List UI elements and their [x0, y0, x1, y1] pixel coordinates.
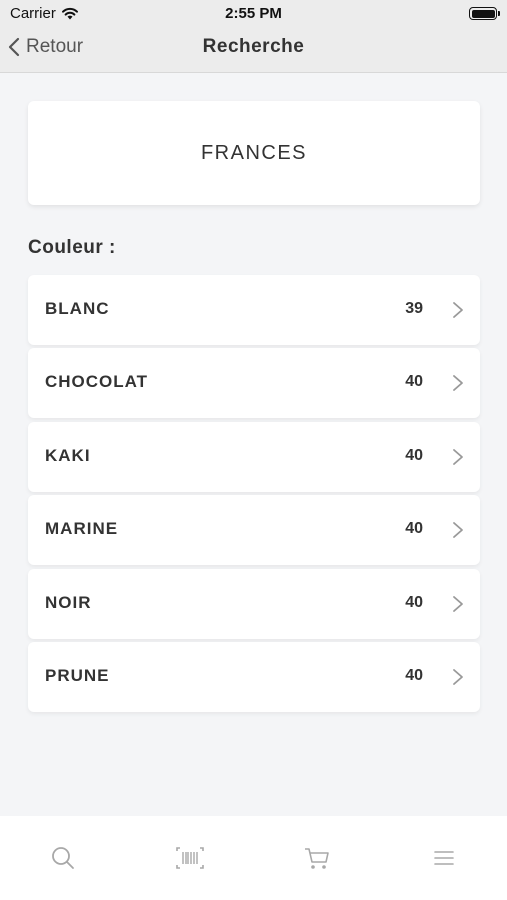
cart-icon: [305, 848, 329, 869]
chevron-right-icon: [453, 375, 463, 392]
color-label: MARINE: [45, 519, 119, 539]
color-count: 39: [405, 300, 423, 317]
color-label: BLANC: [45, 299, 110, 318]
page-title: Recherche: [202, 36, 305, 57]
section-label: Couleur :: [28, 237, 116, 258]
color-row-noir[interactable]: NOIR 40: [28, 568, 480, 639]
chevron-right-icon: [453, 522, 463, 539]
search-icon: [52, 847, 74, 869]
status-time: 2:55 PM: [225, 5, 282, 22]
tab-bar: [0, 816, 507, 900]
color-label: PRUNE: [45, 665, 110, 685]
tab-cart[interactable]: [302, 843, 332, 873]
chevron-right-icon: [453, 448, 463, 465]
battery-level: [471, 9, 495, 18]
tab-menu[interactable]: [429, 843, 459, 873]
color-count: 40: [405, 520, 423, 538]
color-label: NOIR: [45, 592, 92, 612]
status-bar: Carrier 2:55 PM: [0, 0, 507, 28]
tab-search[interactable]: [48, 843, 78, 873]
tab-barcode[interactable]: [175, 843, 205, 873]
color-row-prune[interactable]: PRUNE 40: [28, 641, 480, 712]
chevron-right-icon: [453, 595, 463, 612]
color-list: BLANC 39 CHOCOLAT 40 KAKI 40 MARINE 40 N…: [28, 275, 480, 715]
color-count: 40: [405, 446, 423, 464]
color-count: 40: [405, 373, 423, 391]
color-label: CHOCOLAT: [45, 372, 149, 392]
chevron-right-icon: [453, 302, 463, 318]
battery-icon: [469, 7, 500, 20]
color-row-blanc[interactable]: BLANC 39: [28, 275, 480, 345]
color-row-chocolat[interactable]: CHOCOLAT 40: [28, 348, 480, 419]
barcode-icon: [176, 847, 204, 869]
navigation-bar: Retour Recherche: [0, 28, 507, 73]
color-count: 40: [405, 666, 423, 684]
chevron-right-icon: [453, 669, 463, 685]
color-count: 40: [405, 593, 423, 611]
color-row-marine[interactable]: MARINE 40: [28, 495, 480, 566]
color-row-kaki[interactable]: KAKI 40: [28, 421, 480, 492]
search-term-card: FRANCES: [28, 101, 480, 205]
search-term: FRANCES: [200, 141, 308, 164]
menu-icon: [434, 851, 454, 865]
color-label: KAKI: [45, 445, 91, 465]
